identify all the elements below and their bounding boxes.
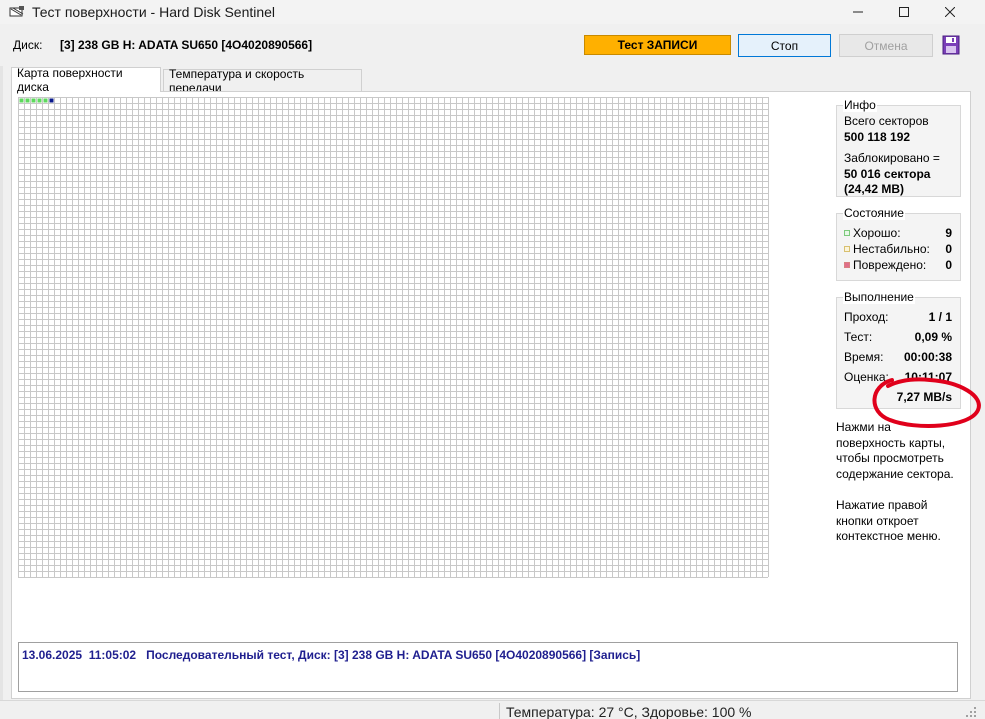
disk-surface-icon xyxy=(9,6,24,17)
test-value: 0,09 % xyxy=(914,330,952,344)
state-unstable-label: Нестабильно: xyxy=(853,242,930,256)
stop-button[interactable]: Стоп xyxy=(738,34,831,57)
locked-size: (24,42 MB) xyxy=(844,182,905,196)
close-icon xyxy=(945,7,955,17)
unstable-swatch-icon xyxy=(844,246,850,252)
test-label: Тест: xyxy=(844,330,873,344)
current-block xyxy=(49,98,54,103)
tab-temperature-speed[interactable]: Температура и скорость передачи xyxy=(163,67,362,95)
disk-value: [3] 238 GB H: ADATA SU650 [4O4020890566] xyxy=(60,38,313,52)
status-separator xyxy=(499,703,500,719)
good-block xyxy=(31,98,36,103)
help-line: Нажми на xyxy=(836,420,891,434)
progress-group: Выполнение Проход: 1 / 1 Тест: 0,09 % Вр… xyxy=(836,290,961,409)
state-unstable: Нестабильно: xyxy=(844,242,930,256)
total-sectors-label: Всего секторов xyxy=(844,114,929,128)
total-sectors-value: 500 118 192 xyxy=(844,130,911,144)
info-group: Инфо Всего секторов 500 118 192 Заблокир… xyxy=(836,98,961,197)
save-icon[interactable] xyxy=(942,35,960,55)
state-unstable-value: 0 xyxy=(945,242,952,256)
tab-panel: Инфо Всего секторов 500 118 192 Заблокир… xyxy=(11,91,971,699)
time-label: Время: xyxy=(844,350,884,364)
resize-grip-icon[interactable] xyxy=(964,705,978,719)
test-status-badge: Тест ЗАПИСИ xyxy=(584,35,731,55)
minimize-button[interactable] xyxy=(835,0,881,24)
tab-surface-map[interactable]: Карта поверхности диска xyxy=(11,66,161,94)
help-click-text: Нажми на поверхность карты, чтобы просмо… xyxy=(836,420,966,482)
toolbar: Диск: [3] 238 GB H: ADATA SU650 [4O40208… xyxy=(0,24,985,66)
close-button[interactable] xyxy=(927,0,973,24)
damaged-swatch-icon xyxy=(844,262,850,268)
state-group: Состояние Хорошо: 9 Нестабильно: 0 Повре… xyxy=(836,206,961,281)
help-line: содержание сектора. xyxy=(836,466,954,481)
locked-sectors: 50 016 сектора xyxy=(844,167,931,181)
log-time: 11:05:02 xyxy=(88,648,137,662)
maximize-button[interactable] xyxy=(881,0,927,24)
state-good-value: 9 xyxy=(945,226,952,240)
maximize-icon xyxy=(899,7,909,17)
log-box[interactable]: 13.06.2025 11:05:02 Последовательный тес… xyxy=(18,642,958,692)
pass-value: 1 / 1 xyxy=(928,310,952,324)
good-block xyxy=(25,98,30,103)
grid-lines xyxy=(18,97,769,578)
status-bar: Температура: 27 °C, Здоровье: 100 % xyxy=(0,700,985,719)
main-area: Карта поверхности диска Температура и ск… xyxy=(0,66,985,700)
disk-label: Диск: xyxy=(13,38,43,52)
pass-label: Проход: xyxy=(844,310,889,324)
good-swatch-icon xyxy=(844,230,850,236)
time-value: 00:00:38 xyxy=(903,350,952,364)
help-line: кнопки откроет xyxy=(836,513,919,528)
left-edge xyxy=(0,66,3,700)
minimize-icon xyxy=(853,11,863,13)
info-title: Инфо xyxy=(843,98,877,112)
title-bar: Тест поверхности - Hard Disk Sentinel xyxy=(0,0,985,24)
state-title: Состояние xyxy=(843,206,905,220)
state-damaged: Повреждено: xyxy=(844,258,926,272)
estimate-label: Оценка: xyxy=(844,370,889,384)
log-entry: 13.06.2025 11:05:02 Последовательный тес… xyxy=(22,648,640,662)
surface-map[interactable] xyxy=(18,97,830,637)
help-line: контекстное меню. xyxy=(836,529,941,543)
state-good: Хорошо: xyxy=(844,226,901,240)
estimate-value: 10:11:07 xyxy=(904,370,952,384)
progress-title: Выполнение xyxy=(843,290,915,304)
good-block xyxy=(43,98,48,103)
speed-value: 7,27 MB/s xyxy=(896,390,952,404)
help-line: поверхность карты, xyxy=(836,435,946,450)
state-damaged-value: 0 xyxy=(945,258,952,272)
log-message: Последовательный тест, Диск: [3] 238 GB … xyxy=(146,648,641,662)
cancel-button[interactable]: Отмена xyxy=(839,34,933,57)
help-line: Нажатие правой xyxy=(836,498,928,512)
help-right-click-text: Нажатие правой кнопки откроет контекстно… xyxy=(836,498,966,545)
good-block xyxy=(37,98,42,103)
locked-label: Заблокировано = xyxy=(844,151,940,165)
window-title: Тест поверхности - Hard Disk Sentinel xyxy=(32,4,276,20)
good-block xyxy=(19,98,24,103)
log-date: 13.06.2025 xyxy=(22,648,83,662)
help-line: чтобы просмотреть xyxy=(836,451,944,465)
status-temperature-health: Температура: 27 °C, Здоровье: 100 % xyxy=(506,704,752,719)
state-good-label: Хорошо: xyxy=(853,226,901,240)
surface-grid[interactable] xyxy=(18,97,770,579)
state-damaged-label: Повреждено: xyxy=(853,258,927,272)
